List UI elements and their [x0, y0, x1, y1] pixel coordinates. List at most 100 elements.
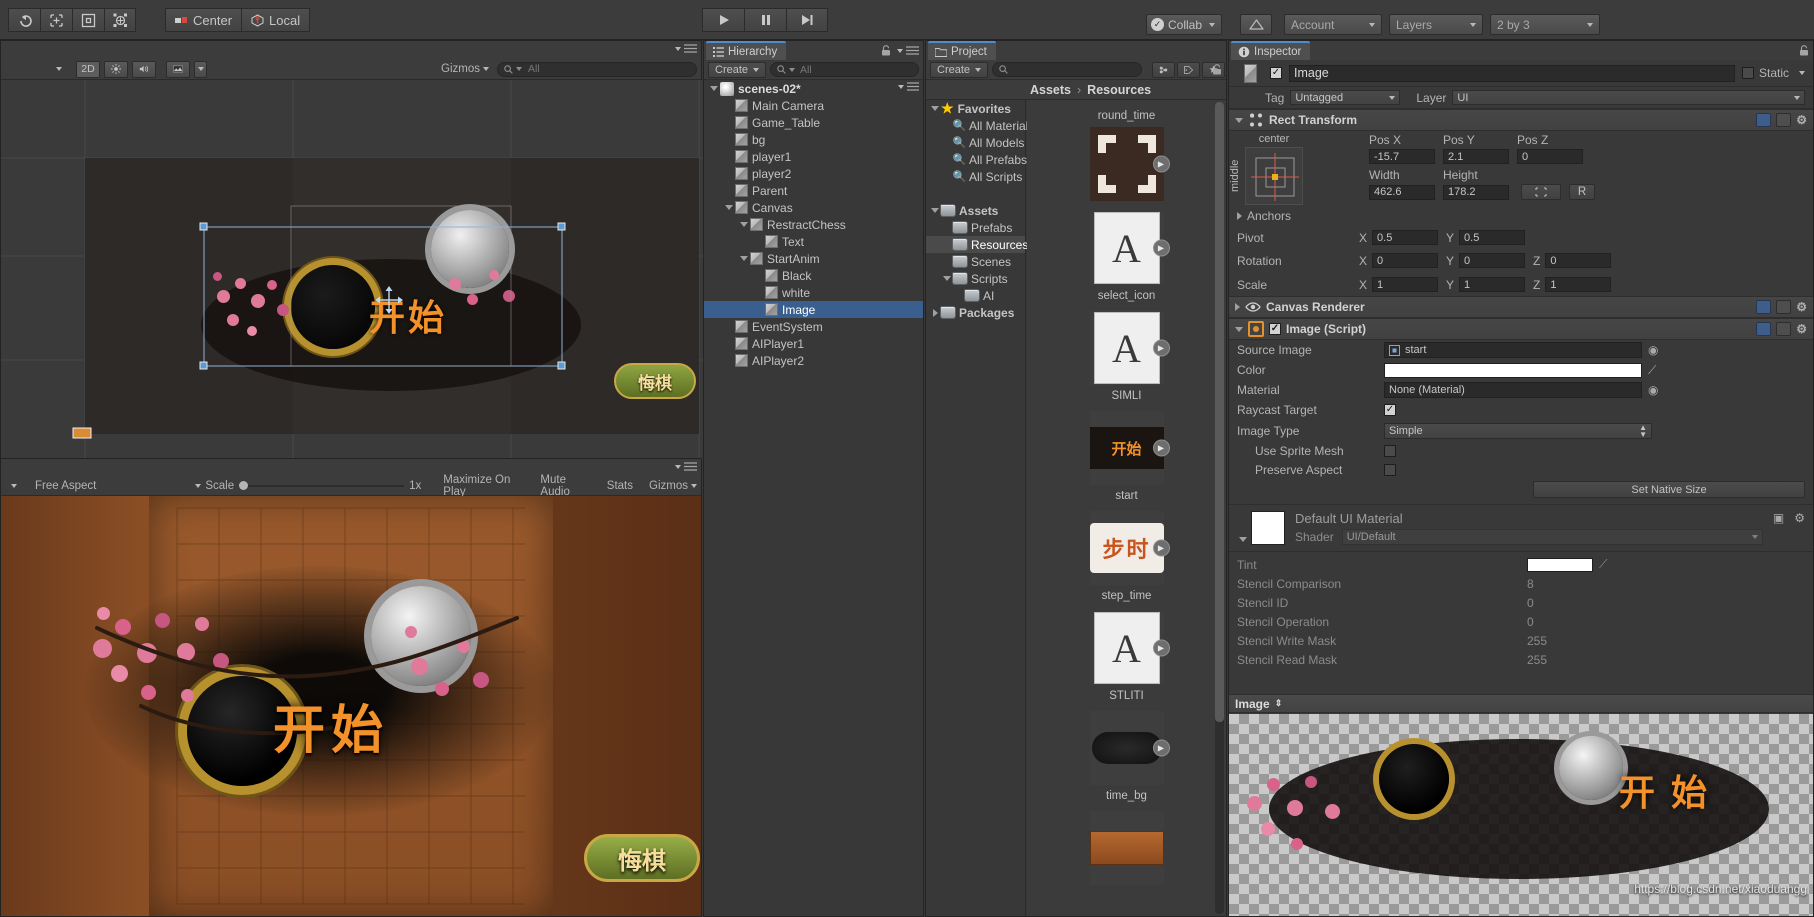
width-input[interactable]: 462.6: [1369, 184, 1435, 200]
layers-button[interactable]: Layers: [1389, 14, 1483, 35]
hierarchy-item-eventsystem[interactable]: EventSystem: [704, 318, 923, 335]
game-stats-toggle[interactable]: Stats: [607, 480, 633, 492]
scale-z-input[interactable]: 1: [1545, 277, 1612, 292]
shader-dropdown[interactable]: UI/Default: [1341, 529, 1763, 545]
project-tree-item-assets[interactable]: Assets: [926, 202, 1025, 219]
rot-x-input[interactable]: 0: [1372, 253, 1439, 268]
hierarchy-item-image[interactable]: Image: [704, 301, 923, 318]
account-button[interactable]: Account: [1284, 14, 1382, 35]
hierarchy-item-aiplayer1[interactable]: AIPlayer1: [704, 335, 923, 352]
help-icon[interactable]: [1756, 113, 1772, 127]
chevron-down-icon[interactable]: [1235, 326, 1243, 332]
gear-icon[interactable]: ⚙: [1796, 300, 1807, 314]
scene-panel-menu-icon[interactable]: [675, 44, 697, 53]
eyedropper-icon[interactable]: ⟋: [1648, 363, 1656, 378]
project-scrollbar-thumb[interactable]: [1215, 102, 1224, 722]
asset-preview-play-icon[interactable]: ▶: [1152, 639, 1170, 657]
hierarchy-item-player2[interactable]: player2: [704, 165, 923, 182]
help-icon[interactable]: [1756, 300, 1772, 314]
tab-project[interactable]: Project: [928, 41, 996, 60]
project-asset-grid[interactable]: round_time ▶ A ▶ select_icon A ▶ SIMLI 开始 ▶ start 步…: [1027, 100, 1226, 916]
hierarchy-item-bg[interactable]: bg: [704, 131, 923, 148]
image-script-enabled-checkbox[interactable]: ✓: [1269, 323, 1281, 335]
game-display-caret-icon[interactable]: [11, 483, 17, 488]
asset-item[interactable]: 开始 ▶ start: [1027, 408, 1226, 504]
project-tree-item-scenes[interactable]: Scenes: [926, 253, 1025, 270]
material-help-icon[interactable]: ▣: [1773, 511, 1784, 525]
game-render-area[interactable]: 开始 悔棋: [1, 496, 701, 916]
chevron-down-icon[interactable]: [1235, 117, 1243, 123]
cloud-button[interactable]: [1240, 14, 1272, 35]
asset-preview-play-icon[interactable]: ▶: [1152, 539, 1170, 557]
scene-2d-toggle[interactable]: 2D: [76, 60, 100, 78]
scene-lighting-toggle[interactable]: [104, 60, 128, 78]
asset-thumbnail[interactable]: A ▶: [1089, 611, 1170, 685]
raycast-target-checkbox[interactable]: ✓: [1384, 404, 1396, 416]
asset-thumbnail[interactable]: ▶: [1089, 127, 1170, 201]
scene-gizmos-button[interactable]: Gizmos: [441, 63, 489, 75]
chevron-down-icon[interactable]: [723, 205, 735, 210]
hierarchy-item-black[interactable]: Black: [704, 267, 923, 284]
project-filter-label-icon[interactable]: [1177, 61, 1201, 78]
game-maximize-toggle[interactable]: Maximize On Play: [443, 474, 524, 498]
anchor-preset-widget[interactable]: [1245, 147, 1303, 205]
rect-tool-icon[interactable]: [104, 8, 136, 32]
project-tree-item-ai[interactable]: AI: [926, 287, 1025, 304]
layout-button[interactable]: 2 by 3: [1490, 14, 1600, 35]
pause-icon[interactable]: [744, 8, 786, 32]
tag-dropdown[interactable]: Untagged: [1290, 90, 1401, 105]
source-image-picker-icon[interactable]: ◉: [1648, 343, 1658, 357]
asset-preview-play-icon[interactable]: ▶: [1152, 155, 1170, 173]
material-object-field[interactable]: None (Material): [1384, 382, 1642, 398]
gear-icon[interactable]: ⚙: [1794, 511, 1805, 525]
material-tint-swatch[interactable]: [1527, 557, 1593, 572]
asset-thumbnail[interactable]: ▶: [1089, 711, 1170, 785]
project-tree-item-resources[interactable]: Resources: [926, 236, 1028, 253]
material-foldout-icon[interactable]: [1239, 537, 1247, 542]
scene-audio-toggle[interactable]: [132, 60, 156, 78]
scene-fx-caret[interactable]: [194, 60, 207, 78]
anchors-foldout[interactable]: Anchors: [1237, 209, 1291, 223]
project-tree-item-all-scripts[interactable]: 🔍 All Scripts: [926, 168, 1025, 185]
asset-item[interactable]: A ▶ STLITI: [1027, 608, 1226, 704]
game-undo-button[interactable]: 悔棋: [584, 834, 700, 882]
blueprint-mode-button[interactable]: [1521, 184, 1561, 200]
asset-preview-play-icon[interactable]: ▶: [1152, 239, 1170, 257]
tab-inspector[interactable]: Inspector: [1231, 41, 1311, 60]
hierarchy-item-startanim[interactable]: StartAnim: [704, 250, 923, 267]
hierarchy-search-input[interactable]: All: [770, 62, 919, 77]
project-create-button[interactable]: Create: [930, 61, 989, 78]
inspector-panel-menu[interactable]: [1799, 45, 1809, 56]
gameobject-enabled-checkbox[interactable]: ✓: [1270, 67, 1282, 79]
gear-icon[interactable]: ⚙: [1796, 113, 1807, 127]
hierarchy-item-game_table[interactable]: Game_Table: [704, 114, 923, 131]
scene-search-input[interactable]: All: [497, 61, 697, 77]
game-scale-slider[interactable]: Scale 1x: [205, 480, 421, 492]
hierarchy-item-aiplayer2[interactable]: AIPlayer2: [704, 352, 923, 369]
project-tree-item-scripts[interactable]: Scripts: [926, 270, 1025, 287]
pivot-y-input[interactable]: 0.5: [1459, 230, 1526, 245]
set-native-size-button[interactable]: Set Native Size: [1533, 481, 1805, 498]
asset-item[interactable]: [1027, 808, 1226, 888]
gear-icon[interactable]: ⚙: [1796, 322, 1807, 336]
chevron-down-icon[interactable]: [710, 86, 718, 91]
asset-item[interactable]: A ▶ SIMLI: [1027, 308, 1226, 404]
asset-thumbnail[interactable]: A ▶: [1089, 311, 1170, 385]
hierarchy-item-canvas[interactable]: Canvas: [704, 199, 923, 216]
scene-undo-button[interactable]: 悔棋: [614, 363, 696, 399]
hierarchy-item-main camera[interactable]: Main Camera: [704, 97, 923, 114]
breadcrumb-assets[interactable]: Assets: [1030, 83, 1071, 97]
project-panel-menu[interactable]: [1212, 64, 1222, 75]
chevron-down-icon[interactable]: [929, 106, 941, 111]
asset-thumbnail[interactable]: 步时 ▶: [1089, 511, 1170, 585]
preset-icon[interactable]: [1776, 322, 1792, 336]
chevron-right-icon[interactable]: [1237, 212, 1242, 220]
hierarchy-item-parent[interactable]: Parent: [704, 182, 923, 199]
chevron-right-icon[interactable]: [929, 308, 941, 317]
asset-thumbnail[interactable]: 开始 ▶: [1089, 411, 1170, 485]
rotate-tool-icon[interactable]: [72, 8, 104, 32]
game-aspect-dropdown[interactable]: Free Aspect: [35, 480, 202, 492]
scene-fx-toggle[interactable]: [166, 60, 190, 78]
scene-canvas[interactable]: 开始 悔棋: [1, 80, 703, 459]
canvas-renderer-header[interactable]: Canvas Renderer ⚙: [1229, 296, 1813, 318]
